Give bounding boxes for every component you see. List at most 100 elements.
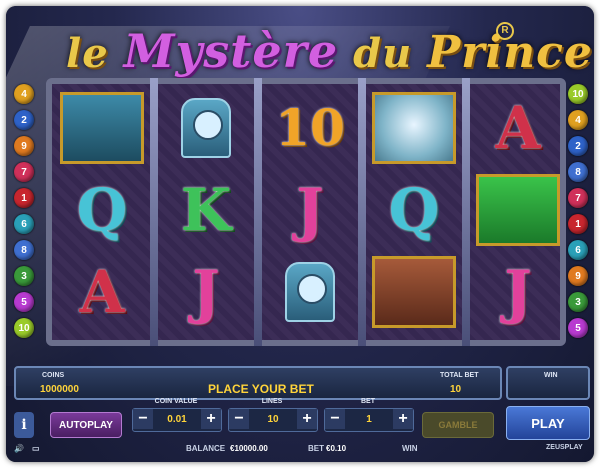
control-panel: COINS 1000000 PLACE YOUR BET TOTAL BET 1… [10, 366, 590, 456]
symbol-cell [370, 90, 458, 166]
payline-indicator[interactable]: 3 [14, 266, 34, 286]
letter-symbol: J [504, 258, 532, 326]
win-footer-label: WIN [402, 444, 418, 453]
symbol-cell: A [58, 254, 146, 330]
letter-symbol: Q [76, 176, 128, 244]
letter-symbol: 10 [275, 98, 345, 157]
bet-footer-label: BET [308, 444, 324, 453]
payline-indicator[interactable]: 7 [568, 188, 588, 208]
payline-indicator[interactable]: 10 [14, 318, 34, 338]
letter-symbol: A [495, 94, 541, 162]
status-message: PLACE YOUR BET [208, 382, 314, 396]
payline-indicator[interactable]: 1 [568, 214, 588, 234]
game-title: le Mystère du Prince [66, 24, 593, 84]
lines-value: 10 [267, 413, 279, 425]
title-part-du: du [353, 30, 413, 77]
bet-footer-value: €0.10 [326, 444, 347, 453]
balance-value: €10000.00 [230, 444, 268, 453]
coin-value-minus-button[interactable]: − [133, 409, 153, 429]
title-part-mystere: Mystère [123, 24, 339, 78]
letter-symbol: J [296, 176, 324, 244]
coin-value-label: COIN VALUE [154, 398, 198, 405]
reel-3: 10 J [264, 90, 356, 334]
woman-symbol [476, 174, 560, 246]
paylines-left: 4 2 9 7 1 6 8 3 5 10 [14, 84, 36, 344]
sound-icon[interactable]: 🔊 [14, 444, 24, 453]
reel-2: KJ [160, 90, 252, 334]
symbol-cell [266, 254, 354, 330]
payline-indicator[interactable]: 8 [568, 162, 588, 182]
registered-mark: R [496, 22, 514, 40]
payline-indicator[interactable]: 10 [568, 84, 588, 104]
symbol-cell [162, 90, 250, 166]
coin-value-plus-button[interactable]: + [201, 409, 221, 429]
fullscreen-icon[interactable]: ▭ [32, 444, 40, 453]
paylines-right: 10 4 2 8 7 1 6 9 3 5 [568, 84, 590, 344]
payline-indicator[interactable]: 1 [14, 188, 34, 208]
total-bet-value: 10 [450, 384, 462, 395]
horse-symbol [60, 92, 144, 164]
reel-5: AJ [472, 90, 564, 334]
bet-stepper: − 1 + [324, 408, 414, 432]
payline-indicator[interactable]: 2 [14, 110, 34, 130]
symbol-cell: J [162, 254, 250, 330]
lines-plus-button[interactable]: + [297, 409, 317, 429]
reel-divider-pillar [358, 78, 366, 346]
total-bet-label: TOTAL BET [440, 372, 479, 379]
coin-value-value: 0.01 [167, 413, 187, 425]
payline-indicator[interactable]: 9 [14, 136, 34, 156]
bet-plus-button[interactable]: + [393, 409, 413, 429]
clock-symbol [285, 262, 335, 322]
payline-indicator[interactable]: 4 [14, 84, 34, 104]
symbol-cell [58, 90, 146, 166]
payline-indicator[interactable]: 6 [14, 214, 34, 234]
payline-indicator[interactable]: 6 [568, 240, 588, 260]
bet-minus-button[interactable]: − [325, 409, 345, 429]
beast-symbol [372, 256, 456, 328]
info-bar: COINS 1000000 PLACE YOUR BET TOTAL BET 1… [14, 366, 502, 400]
payline-indicator[interactable]: 2 [568, 136, 588, 156]
reel-area: Q A K J 10 J Q A J [46, 78, 566, 346]
reel-divider-pillar [254, 78, 262, 346]
gamble-button[interactable]: GAMBLE [422, 412, 494, 438]
balance-label: BALANCE [186, 444, 226, 453]
payline-indicator[interactable]: 7 [14, 162, 34, 182]
coins-label: COINS [42, 372, 65, 379]
rose-symbol [372, 92, 456, 164]
symbol-cell: J [266, 172, 354, 248]
reel-4: Q [368, 90, 460, 334]
payline-indicator[interactable]: 8 [14, 240, 34, 260]
symbol-cell: 10 [266, 90, 354, 166]
play-button[interactable]: PLAY [506, 406, 590, 440]
symbol-cell: Q [370, 172, 458, 248]
payline-indicator[interactable]: 4 [568, 110, 588, 130]
payline-indicator[interactable]: 5 [568, 318, 588, 338]
bet-label: BET [361, 398, 375, 405]
symbol-cell: J [474, 254, 562, 330]
footer-bar: 🔊 ▭ BALANCE €10000.00 BET €0.10 WIN ZEUS… [10, 444, 590, 456]
clock-symbol [181, 98, 231, 158]
payline-indicator[interactable]: 5 [14, 292, 34, 312]
lines-stepper: − 10 + [228, 408, 318, 432]
symbol-cell: K [162, 172, 250, 248]
reel-divider-pillar [150, 78, 158, 346]
info-button[interactable]: i [14, 412, 34, 438]
payline-indicator[interactable]: 3 [568, 292, 588, 312]
win-box: WIN [506, 366, 590, 400]
win-label: WIN [544, 372, 558, 379]
symbol-cell: A [474, 90, 562, 166]
payline-indicator[interactable]: 9 [568, 266, 588, 286]
brand-logo: ZEUSPLAY [546, 444, 583, 451]
coin-value-stepper: − 0.01 + [132, 408, 222, 432]
coins-value: 1000000 [40, 384, 79, 395]
game-window: le Mystère du Prince R 4 2 9 7 1 6 8 3 5 10 10 4 2 8… [6, 6, 594, 462]
title-part-le: le [66, 30, 109, 77]
symbol-cell: Q [58, 172, 146, 248]
lines-minus-button[interactable]: − [229, 409, 249, 429]
symbol-cell [474, 172, 562, 248]
letter-symbol: J [192, 258, 220, 326]
autoplay-button[interactable]: AUTOPLAY [50, 412, 122, 438]
letter-symbol: Q [388, 176, 440, 244]
lines-label: LINES [261, 398, 283, 405]
letter-symbol: K [180, 176, 232, 244]
